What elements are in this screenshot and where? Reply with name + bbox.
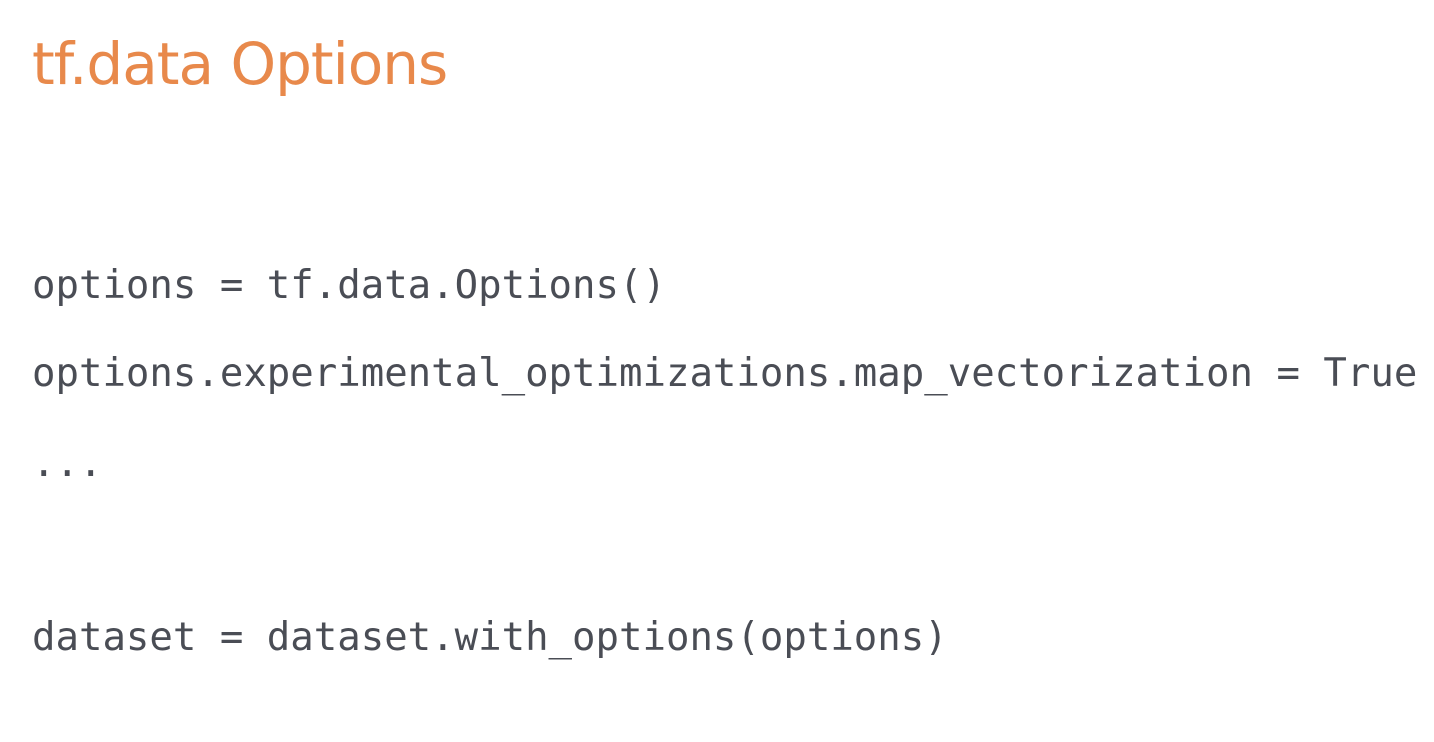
code-line-options-init: options = tf.data.Options()	[32, 263, 666, 308]
code-line-with-options: dataset = dataset.with_options(options)	[32, 615, 948, 660]
code-line-ellipsis: ...	[32, 441, 103, 486]
slide-title: tf.data Options	[32, 30, 448, 98]
slide: tf.data Options options = tf.data.Option…	[0, 0, 1434, 742]
code-line-map-vectorization: options.experimental_optimizations.map_v…	[32, 351, 1418, 396]
